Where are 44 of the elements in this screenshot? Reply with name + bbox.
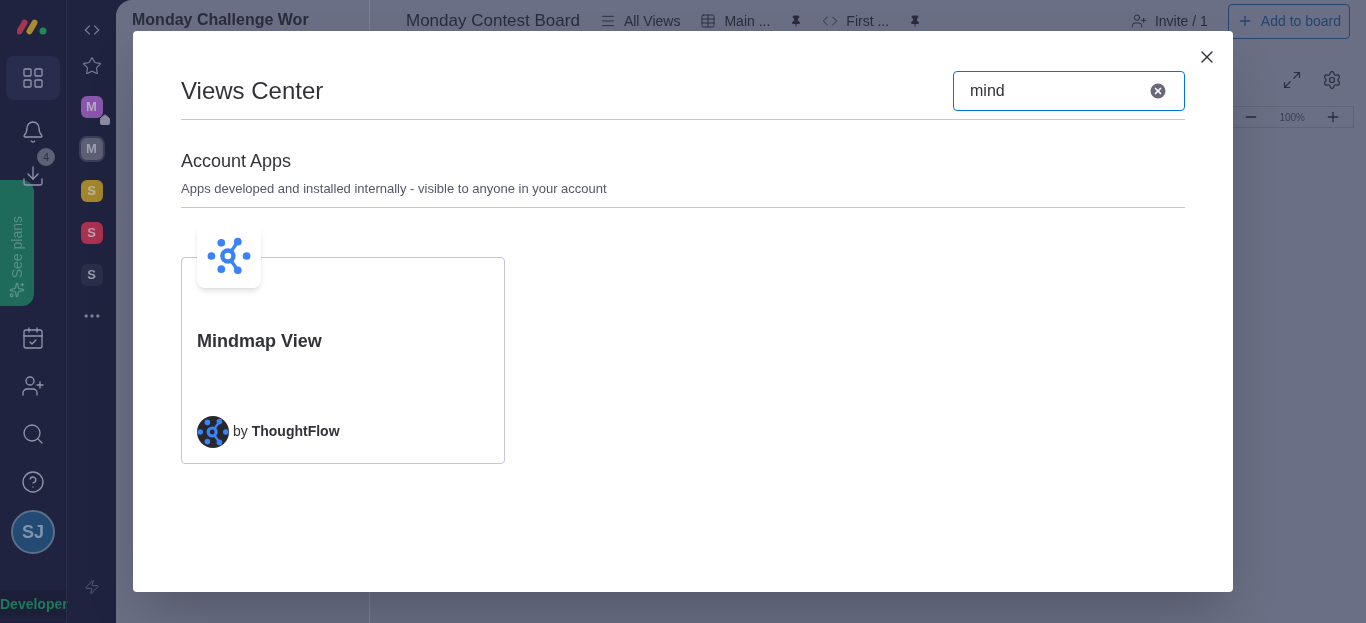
workspace-avatar[interactable]: S — [80, 264, 103, 286]
search-field[interactable]: mind — [953, 71, 1185, 111]
user-avatar[interactable]: SJ — [11, 510, 55, 554]
view-tab[interactable]: All Views — [599, 10, 681, 32]
vendor-label: by ThoughtFlow — [233, 422, 340, 441]
app-name: Mindmap View — [197, 329, 323, 353]
pin-icon — [909, 15, 922, 27]
see-plans-button[interactable]: See plans — [0, 180, 34, 306]
plus-icon[interactable] — [1325, 109, 1341, 125]
plan-label: Developer — [0, 590, 66, 619]
search-input[interactable]: mind — [970, 79, 1148, 103]
invite-icon[interactable] — [21, 374, 45, 398]
settings-icon[interactable] — [1322, 70, 1342, 90]
vendor-logo — [197, 415, 229, 448]
code-icon — [822, 13, 839, 29]
view-tab[interactable]: First ... — [822, 10, 922, 32]
menu-icon — [599, 13, 616, 29]
workspace-avatar[interactable]: S — [80, 180, 103, 202]
dialog-title: Views Center — [181, 76, 324, 106]
workspace-button[interactable] — [6, 56, 60, 100]
invite-icon — [1130, 13, 1147, 29]
invite-button[interactable]: Invite / 1 — [1130, 10, 1208, 32]
workspace-title: Monday Challenge Wor — [132, 10, 310, 30]
grid-icon — [21, 66, 45, 90]
search-icon[interactable] — [21, 422, 45, 446]
sparkle-icon — [9, 282, 25, 298]
section-title: Account Apps — [181, 150, 293, 173]
clear-icon[interactable] — [1148, 81, 1168, 101]
workspace-avatar[interactable]: M — [80, 138, 103, 160]
bell-icon[interactable] — [21, 120, 45, 144]
table-icon — [700, 13, 717, 29]
board-title: Monday Contest Board — [406, 10, 580, 33]
add-to-board-button[interactable]: Add to board — [1227, 3, 1350, 39]
app-logo — [197, 223, 261, 288]
fullscreen-icon[interactable] — [1282, 70, 1302, 90]
calendar-icon[interactable] — [21, 326, 45, 350]
inbox-icon[interactable] — [21, 164, 45, 188]
help-icon[interactable] — [21, 470, 45, 494]
section-subtitle: Apps developed and installed internally - visible to anyone in your account — [181, 180, 608, 198]
star-icon[interactable] — [81, 56, 102, 76]
workspace-avatar[interactable]: M — [80, 96, 103, 118]
view-tab[interactable]: Main ... — [700, 10, 803, 32]
pin-icon — [790, 15, 803, 27]
workspace-avatar[interactable]: S — [80, 222, 103, 244]
